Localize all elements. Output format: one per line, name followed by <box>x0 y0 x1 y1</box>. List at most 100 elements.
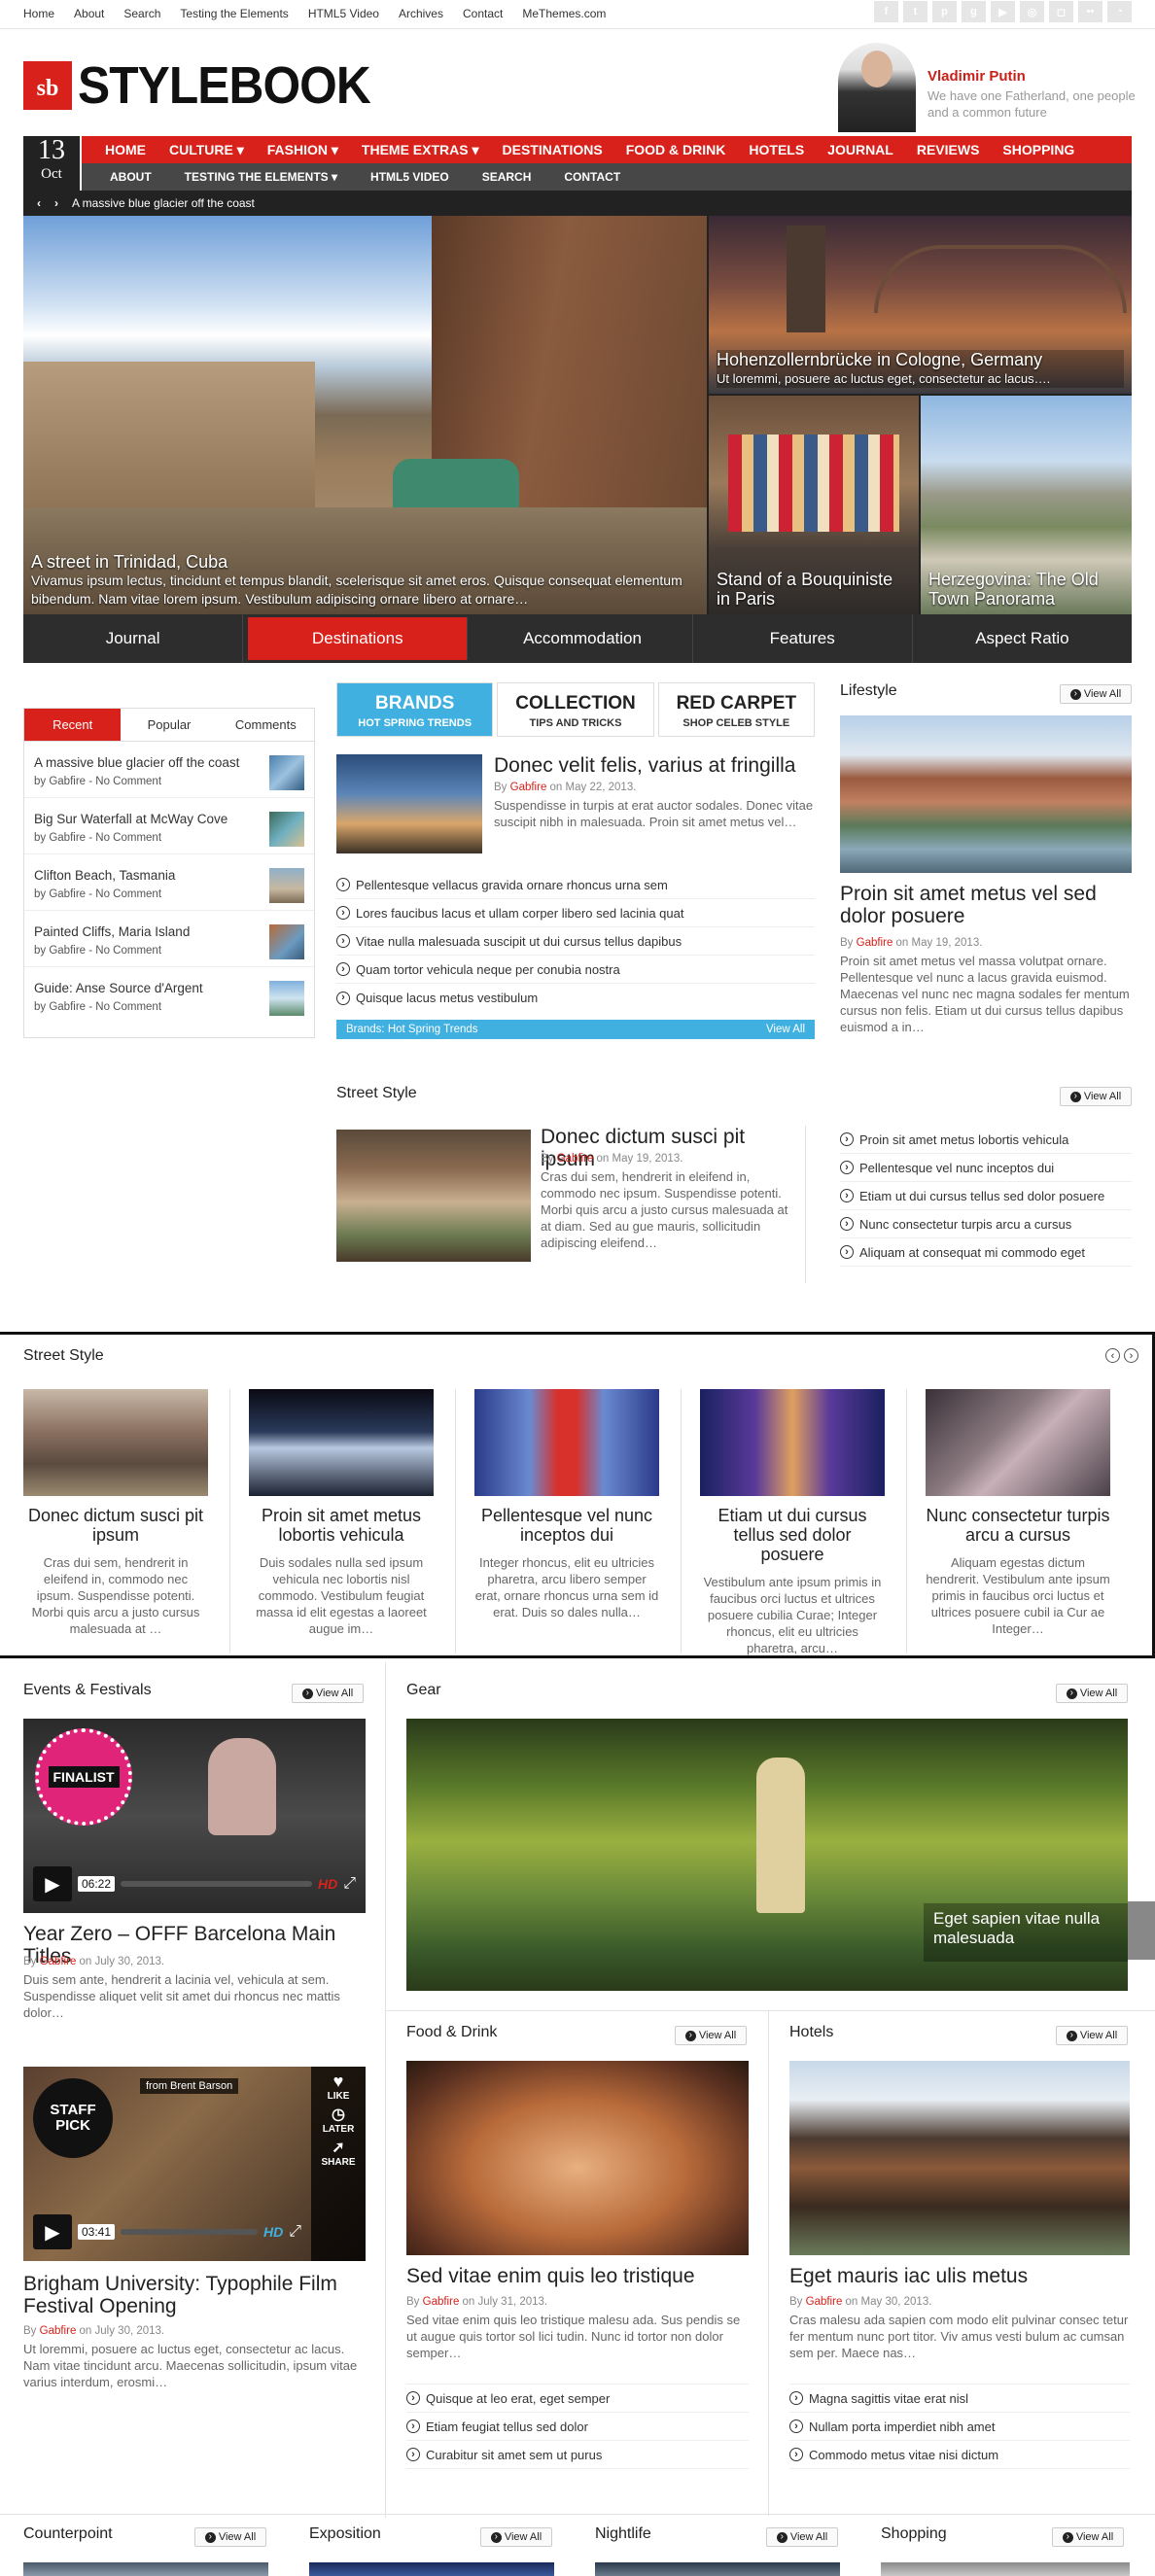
carousel-item-image[interactable] <box>23 1389 208 1496</box>
clock-icon[interactable]: ◷ <box>311 2107 366 2123</box>
slider-tab-journal[interactable]: Journal <box>23 614 244 663</box>
list-item[interactable]: Big Sur Waterfall at McWay Cove by Gabfi… <box>24 798 314 854</box>
dribbble-icon[interactable]: ◎ <box>1020 1 1044 22</box>
list-item[interactable]: Vitae nulla malesuada suscipit ut dui cu… <box>336 927 815 956</box>
tab-brands[interactable]: BRANDS HOT SPRING TRENDS <box>336 682 494 737</box>
street-style-image[interactable] <box>336 1130 531 1262</box>
list-item[interactable]: Lores faucibus lacus et ullam corper lib… <box>336 899 815 927</box>
post-title[interactable]: Clifton Beach, Tasmania <box>34 868 304 883</box>
slide-bottom-right[interactable]: Herzegovina: The Old Town Panorama <box>921 396 1132 614</box>
video-progress-bar[interactable] <box>121 2229 258 2235</box>
post-title[interactable]: A massive blue glacier off the coast <box>34 755 304 770</box>
slider-tab-features[interactable]: Features <box>693 614 913 663</box>
ticker-prev-icon[interactable]: ‹ <box>37 196 41 210</box>
list-item[interactable]: Nullam porta imperdiet nibh amet <box>789 2413 1130 2441</box>
street-view-all-button[interactable]: View All <box>1060 1087 1132 1106</box>
list-item[interactable]: A massive blue glacier off the coast by … <box>24 742 314 798</box>
meta-author[interactable]: Gabfire <box>806 2296 843 2308</box>
tab-recent[interactable]: Recent <box>24 709 122 741</box>
list-item[interactable]: Guide: Anse Source d'Argent by Gabfire -… <box>24 967 314 1024</box>
tab-red-carpet[interactable]: RED CARPET SHOP CELEB STYLE <box>657 682 815 737</box>
nightlife-heading[interactable]: Nightlife <box>595 2525 651 2543</box>
meta-author[interactable]: Gabfire <box>857 937 893 949</box>
like-label[interactable]: LIKE <box>311 2089 366 2104</box>
counterpoint-heading[interactable]: Counterpoint <box>23 2525 113 2543</box>
post-title[interactable]: Painted Cliffs, Maria Island <box>34 924 304 939</box>
video2-title[interactable]: Brigham University: Typophile Film Festi… <box>23 2273 366 2317</box>
gear-image[interactable]: Eget sapien vitae nulla malesuada <box>406 1719 1128 1991</box>
top-link-testing[interactable]: Testing the Elements <box>180 7 288 20</box>
list-item[interactable]: Magna sagittis vitae erat nisl <box>789 2385 1130 2413</box>
post-thumbnail[interactable] <box>269 981 304 1016</box>
events-heading[interactable]: Events & Festivals <box>23 1682 152 1699</box>
tab-popular[interactable]: Popular <box>121 709 217 741</box>
top-link-methemes[interactable]: MeThemes.com <box>522 7 606 20</box>
top-link-about[interactable]: About <box>74 7 104 20</box>
flickr-icon[interactable]: •• <box>1078 1 1102 22</box>
carousel-item-title[interactable]: Proin sit amet metus lobortis vehicula <box>249 1506 434 1545</box>
top-link-search[interactable]: Search <box>123 7 160 20</box>
list-item[interactable]: Etiam feugiat tellus sed dolor <box>406 2413 749 2441</box>
carousel-item-title[interactable]: Pellentesque vel nunc inceptos dui <box>474 1506 659 1545</box>
slider-tab-accommodation[interactable]: Accommodation <box>472 614 693 663</box>
carousel-item[interactable]: Donec dictum susci pit ipsum Cras dui se… <box>23 1389 208 1637</box>
hotels-image[interactable] <box>789 2061 1130 2255</box>
list-item[interactable]: Curabitur sit amet sem ut purus <box>406 2441 749 2469</box>
brands-view-all-link[interactable]: View All <box>766 1024 805 1035</box>
slide-bottom-left[interactable]: Stand of a Bouquiniste in Paris <box>709 396 919 614</box>
tab-comments[interactable]: Comments <box>218 709 314 741</box>
carousel-item[interactable]: Etiam ut dui cursus tellus sed dolor pos… <box>700 1389 885 1656</box>
list-item[interactable]: Pellentesque vellacus gravida ornare rho… <box>336 871 815 899</box>
hotels-view-all-button[interactable]: View All <box>1056 2026 1128 2045</box>
later-label[interactable]: LATER <box>311 2122 366 2137</box>
shopping-heading[interactable]: Shopping <box>881 2525 947 2543</box>
video-player[interactable]: FINALIST ▶ 06:22 HD ⤢ <box>23 1719 366 1913</box>
carousel-next-icon[interactable]: › <box>1124 1348 1138 1363</box>
top-link-archives[interactable]: Archives <box>399 7 443 20</box>
menu-culture[interactable]: CULTURE ▾ <box>158 142 256 158</box>
video-author-label[interactable]: from Brent Barson <box>140 2078 239 2094</box>
hotels-title[interactable]: Eget mauris iac ulis metus <box>789 2265 1130 2287</box>
list-item[interactable]: Painted Cliffs, Maria Island by Gabfire … <box>24 911 314 967</box>
list-item[interactable]: Aliquam at consequat mi commodo eget <box>840 1238 1132 1267</box>
food-heading[interactable]: Food & Drink <box>406 2024 497 2041</box>
hotels-heading[interactable]: Hotels <box>789 2024 833 2041</box>
tab-collection[interactable]: COLLECTION TIPS AND TRICKS <box>497 682 654 737</box>
food-view-all-button[interactable]: View All <box>675 2026 747 2045</box>
food-image[interactable] <box>406 2061 749 2255</box>
list-item[interactable]: Clifton Beach, Tasmania by Gabfire - No … <box>24 854 314 911</box>
hd-icon[interactable]: HD <box>263 2224 283 2240</box>
menu-theme-extras[interactable]: THEME EXTRAS ▾ <box>350 142 491 158</box>
gear-heading[interactable]: Gear <box>406 1682 441 1699</box>
lifestyle-heading[interactable]: Lifestyle <box>840 682 897 700</box>
google-plus-icon[interactable]: g <box>962 1 986 22</box>
menu-destinations[interactable]: DESTINATIONS <box>491 142 614 157</box>
carousel-item-image[interactable] <box>474 1389 659 1496</box>
twitter-icon[interactable]: t <box>903 1 928 22</box>
carousel-item[interactable]: Pellentesque vel nunc inceptos dui Integ… <box>474 1389 659 1620</box>
ticker-next-icon[interactable]: › <box>54 196 58 210</box>
slide-main[interactable]: A street in Trinidad, Cuba Vivamus ipsum… <box>23 216 707 614</box>
pinterest-icon[interactable]: p <box>932 1 957 22</box>
exposition-image[interactable] <box>309 2562 554 2576</box>
carousel-item-image[interactable] <box>926 1389 1110 1496</box>
meta-author[interactable]: Gabfire <box>40 1956 77 1967</box>
slider-tab-aspect-ratio[interactable]: Aspect Ratio <box>913 614 1132 663</box>
top-link-contact[interactable]: Contact <box>463 7 503 20</box>
post-thumbnail[interactable] <box>269 924 304 959</box>
youtube-icon[interactable]: ▶ <box>991 1 1015 22</box>
carousel-item-title[interactable]: Etiam ut dui cursus tellus sed dolor pos… <box>700 1506 885 1564</box>
fullscreen-icon[interactable]: ⤢ <box>343 1875 356 1893</box>
exposition-heading[interactable]: Exposition <box>309 2525 381 2543</box>
list-item[interactable]: Nunc consectetur turpis arcu a cursus <box>840 1210 1132 1238</box>
post-thumbnail[interactable] <box>269 868 304 903</box>
post-thumbnail[interactable] <box>269 812 304 847</box>
meta-author[interactable]: Gabfire <box>40 2325 77 2337</box>
counterpoint-image[interactable] <box>23 2562 268 2576</box>
video-progress-bar[interactable] <box>121 1881 312 1887</box>
submenu-about[interactable]: ABOUT <box>93 170 168 184</box>
carousel-item[interactable]: Nunc consectetur turpis arcu a cursus Al… <box>926 1389 1110 1637</box>
slide-top-right[interactable]: Hohenzollernbrücke in Cologne, Germany U… <box>709 216 1132 394</box>
submenu-html5-video[interactable]: HTML5 VIDEO <box>354 170 466 184</box>
menu-journal[interactable]: JOURNAL <box>816 142 905 157</box>
